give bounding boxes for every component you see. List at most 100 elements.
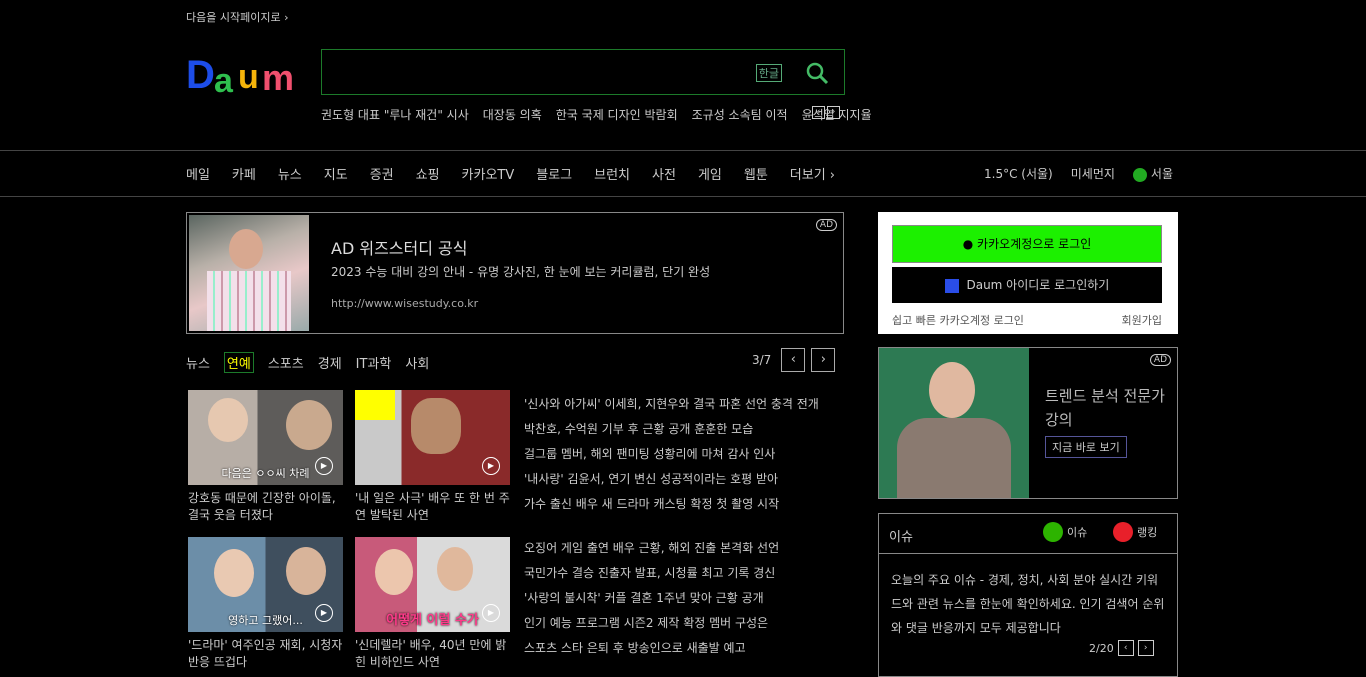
nav-item[interactable]: 브런치 (594, 164, 630, 183)
nav-item[interactable]: 쇼핑 (416, 164, 440, 183)
daum-logo[interactable]: D a u m (186, 48, 306, 100)
nav-item[interactable]: 사전 (652, 164, 676, 183)
news-title[interactable]: '드라마' 여주인공 재회, 시청자 반응 뜨겁다 (188, 637, 346, 671)
speech-bubble-icon: ● (962, 237, 974, 251)
issue-box: 이슈 이슈 랭킹 오늘의 주요 이슈 - 경제, 정치, 사회 분야 실시간 키… (878, 513, 1178, 677)
news-thumbnail[interactable]: 영하고 그랬어... ▶ (188, 537, 343, 632)
tab-entertainment[interactable]: 연예 (223, 352, 254, 373)
ad-banner[interactable]: AD AD 위즈스터디 공식 2023 수능 대비 강의 안내 - 유명 강사진… (186, 212, 844, 334)
trend-item[interactable]: 권도형 대표 "루나 재건" 시사 (321, 106, 469, 123)
news-title[interactable]: 강호동 때문에 긴장한 아이돌, 결국 웃음 터졌다 (188, 490, 346, 524)
issue-next-button[interactable]: › (1137, 640, 1154, 656)
daum-login-button[interactable]: Daum 아이디로 로그인하기 (892, 267, 1162, 303)
search-icon[interactable] (804, 60, 830, 86)
nav-item[interactable]: 카페 (232, 164, 256, 183)
ranking-tab[interactable]: 랭킹 (1113, 522, 1157, 542)
svg-text:a: a (214, 62, 234, 98)
daum-login-label: Daum 아이디로 로그인하기 (966, 278, 1110, 292)
nav-item[interactable]: 카카오TV (462, 164, 515, 183)
nav-item[interactable]: 웹툰 (744, 164, 768, 183)
divider (0, 150, 1366, 151)
headline-item[interactable]: '신사와 아가씨' 이세희, 지현우와 결국 파혼 선언 충격 전개 (524, 392, 844, 417)
main-nav: 메일 카페 뉴스 지도 증권 쇼핑 카카오TV 블로그 브런치 사전 게임 웹툰… (186, 164, 857, 183)
tab-sports[interactable]: 스포츠 (268, 353, 304, 372)
keyboard-button[interactable]: 한글 (755, 64, 782, 82)
ad-badge: AD (1149, 354, 1171, 366)
svg-text:u: u (238, 58, 259, 96)
ad-title[interactable]: AD 위즈스터디 공식 (331, 235, 467, 259)
headline-item[interactable]: 스포츠 스타 은퇴 후 방송인으로 새출발 예고 (524, 636, 844, 661)
svg-text:m: m (262, 57, 294, 98)
news-thumbnail[interactable]: ▶ (355, 390, 510, 485)
side-ad-image (879, 348, 1029, 498)
issue-page: 2/20 (1089, 641, 1114, 655)
issue-prev-button[interactable]: ‹ (1117, 640, 1134, 656)
trend-next-button[interactable]: › (827, 106, 840, 119)
trend-pager: ‹ › (812, 106, 840, 119)
ad-url[interactable]: http://www.wisestudy.co.kr (331, 297, 478, 310)
headline-item[interactable]: 걸그룹 멤버, 해외 팬미팅 성황리에 마쳐 감사 인사 (524, 442, 844, 467)
ad-badge: AD (815, 219, 837, 231)
headline-list: 오징어 게임 출연 배우 근황, 해외 진출 본격화 선언 국민가수 결승 진출… (524, 536, 844, 661)
trend-item[interactable]: 조규성 소속팀 이적 (692, 106, 788, 123)
nav-item[interactable]: 블로그 (536, 164, 572, 183)
prev-button[interactable]: ‹ (781, 348, 806, 372)
news-tabs: 뉴스 연예 스포츠 경제 IT과학 사회 (186, 352, 429, 373)
ad-image (189, 215, 309, 331)
trend-prev-button[interactable]: ‹ (812, 106, 825, 119)
tab-it[interactable]: IT과학 (356, 353, 392, 372)
trend-item[interactable]: 한국 국제 디자인 박람회 (556, 106, 678, 123)
temperature[interactable]: 1.5°C (서울) (984, 165, 1053, 182)
page-count: 3/7 (752, 353, 772, 367)
side-ad-title: 트렌드 분석 전문가 강의 (1045, 387, 1165, 429)
side-ad-cta[interactable]: 지금 바로 보기 (1045, 436, 1127, 458)
side-ad[interactable]: AD 트렌드 분석 전문가 강의 지금 바로 보기 (878, 347, 1178, 499)
headline-item[interactable]: 박찬호, 수억원 기부 후 근황 공개 훈훈한 모습 (524, 417, 844, 442)
next-button[interactable]: › (811, 348, 836, 372)
weather-icon (1132, 167, 1147, 182)
news-title[interactable]: '신데렐라' 배우, 40년 만에 밝힌 비하인드 사연 (355, 637, 513, 671)
nav-more[interactable]: 더보기 › (790, 164, 835, 183)
tab-news[interactable]: 뉴스 (186, 353, 210, 372)
news-thumbnail[interactable]: 다음은 ㅇㅇ씨 차례 ▶ (188, 390, 343, 485)
ad-description: 2023 수능 대비 강의 안내 - 유명 강사진, 한 눈에 보는 커리큘럼,… (331, 265, 711, 279)
headline-item[interactable]: 오징어 게임 출연 배우 근황, 해외 진출 본격화 선언 (524, 536, 844, 561)
signup-link[interactable]: 회원가입 (1122, 312, 1162, 328)
trend-item[interactable]: 대장동 의혹 (483, 106, 542, 123)
headline-item[interactable]: '내사랑' 김윤서, 연기 변신 성공적이라는 호평 받아 (524, 467, 844, 492)
weather-area: 1.5°C (서울) 미세먼지 서울 (984, 165, 1173, 182)
tab-economy[interactable]: 경제 (318, 353, 342, 372)
login-info: 쉽고 빠른 카카오계정 로그인 (892, 314, 1024, 327)
play-icon: ▶ (482, 604, 500, 622)
ranking-icon (1113, 522, 1133, 542)
set-homepage-link[interactable]: 다음을 시작페이지로 › (186, 9, 288, 25)
issue-text[interactable]: 오늘의 주요 이슈 - 경제, 정치, 사회 분야 실시간 키워드와 관련 뉴스… (891, 568, 1167, 640)
news-pager: 3/7 ‹ › (752, 348, 836, 372)
nav-item[interactable]: 메일 (186, 164, 210, 183)
tab-society[interactable]: 사회 (405, 353, 429, 372)
daum-logo-icon (944, 278, 959, 293)
nav-item[interactable]: 게임 (698, 164, 722, 183)
news-thumbnail[interactable]: 어떻게 이럴 수가 ▶ (355, 537, 510, 632)
region-selector[interactable]: 서울 (1132, 165, 1173, 182)
nav-item[interactable]: 지도 (324, 164, 348, 183)
trending-keywords: 권도형 대표 "루나 재건" 시사 대장동 의혹 한국 국제 디자인 박람회 조… (321, 106, 872, 123)
play-icon: ▶ (315, 457, 333, 475)
dust-info[interactable]: 미세먼지 (1071, 165, 1115, 182)
nav-item[interactable]: 뉴스 (278, 164, 302, 183)
nav-item[interactable]: 증권 (370, 164, 394, 183)
issue-title: 이슈 (889, 530, 913, 545)
headline-item[interactable]: 국민가수 결승 진출자 발표, 시청률 최고 기록 경신 (524, 561, 844, 586)
kakao-login-button[interactable]: ● 카카오계정으로 로그인 (892, 225, 1162, 263)
headline-item[interactable]: '사랑의 불시착' 커플 결혼 1주년 맞아 근황 공개 (524, 586, 844, 611)
search-input[interactable] (330, 58, 750, 86)
region-label: 서울 (1150, 167, 1173, 181)
search-box[interactable]: 한글 (321, 49, 845, 95)
login-box: ● 카카오계정으로 로그인 Daum 아이디로 로그인하기 쉽고 빠른 카카오계… (878, 212, 1178, 334)
headline-item[interactable]: 인기 예능 프로그램 시즌2 제작 확정 멤버 구성은 (524, 611, 844, 636)
issue-icon (1043, 522, 1063, 542)
issue-tab[interactable]: 이슈 (1043, 522, 1087, 542)
headline-item[interactable]: 가수 출신 배우 새 드라마 캐스팅 확정 첫 촬영 시작 (524, 492, 844, 517)
divider (0, 196, 1366, 197)
news-title[interactable]: '내 일은 사극' 배우 또 한 번 주연 발탁된 사연 (355, 490, 513, 524)
